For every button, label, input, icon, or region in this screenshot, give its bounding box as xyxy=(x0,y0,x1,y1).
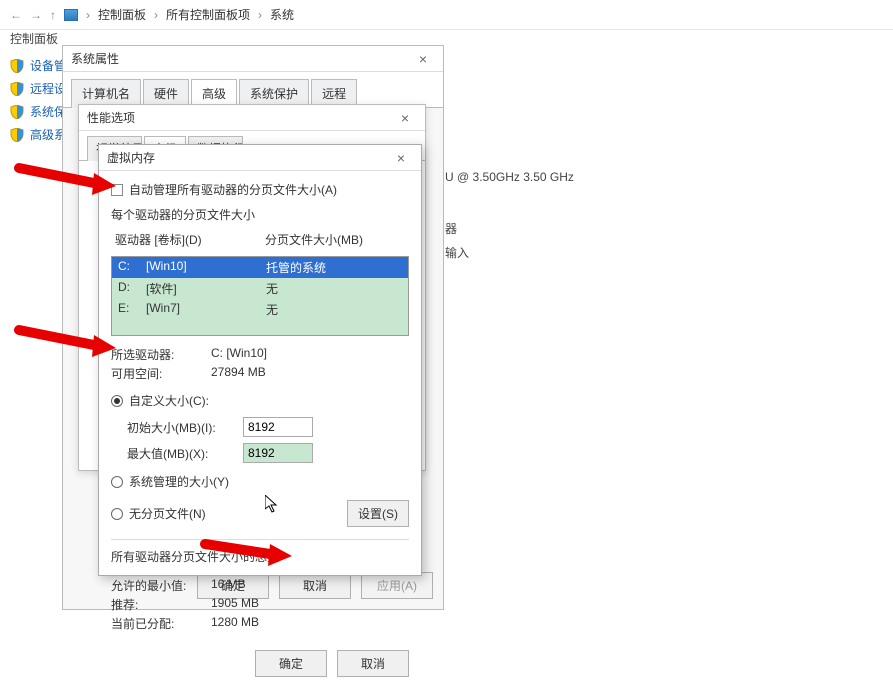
drive-row-e[interactable]: E: [Win7] 无 xyxy=(112,299,408,320)
recommended-label: 推荐: xyxy=(111,596,211,613)
currently-allocated-label: 当前已分配: xyxy=(111,615,211,632)
selected-drive-label: 所选驱动器: xyxy=(111,346,211,363)
close-icon[interactable]: × xyxy=(389,150,413,166)
shield-icon xyxy=(10,128,24,142)
drive-status: 无 xyxy=(266,301,278,318)
drive-label: [Win7] xyxy=(146,301,266,318)
dialog-buttons: 确定 取消 xyxy=(99,642,421,685)
dialog-titlebar: 虚拟内存 × xyxy=(99,145,421,171)
ok-button[interactable]: 确定 xyxy=(255,650,327,677)
drive-letter: C: xyxy=(118,259,146,276)
back-icon[interactable]: ← xyxy=(10,8,22,22)
available-space-label: 可用空间: xyxy=(111,365,211,382)
min-allowed-label: 允许的最小值: xyxy=(111,577,211,594)
min-allowed-value: 16 MB xyxy=(211,577,409,594)
radio-label: 自定义大小(C): xyxy=(129,392,209,409)
breadcrumb: ← → ↑ › 控制面板 › 所有控制面板项 › 系统 xyxy=(0,0,893,30)
dialog-title: 性能选项 xyxy=(87,109,135,126)
auto-manage-checkbox[interactable] xyxy=(111,184,123,196)
dialog-titlebar: 系统属性 × xyxy=(63,46,443,72)
virtual-memory-dialog: 虚拟内存 × 自动管理所有驱动器的分页文件大小(A) 每个驱动器的分页文件大小 … xyxy=(98,144,422,576)
close-icon[interactable]: × xyxy=(393,110,417,126)
drive-status: 无 xyxy=(266,280,278,297)
drive-row-d[interactable]: D: [软件] 无 xyxy=(112,278,408,299)
shield-icon xyxy=(10,82,24,96)
radio-icon xyxy=(111,476,123,488)
drive-letter: D: xyxy=(118,280,146,297)
drive-list-header: 驱动器 [卷标](D) 分页文件大小(MB) xyxy=(115,231,409,248)
recommended-value: 1905 MB xyxy=(211,596,409,613)
available-space-value: 27894 MB xyxy=(211,365,409,382)
drive-row-c[interactable]: C: [Win10] 托管的系统 xyxy=(112,257,408,278)
radio-no-paging[interactable]: 无分页文件(N) xyxy=(111,505,206,522)
bg-line: 器 xyxy=(445,217,574,241)
selected-drive-info: 所选驱动器: C: [Win10] 可用空间: 27894 MB xyxy=(111,346,409,382)
selected-drive-value: C: [Win10] xyxy=(211,346,409,363)
computer-icon xyxy=(64,9,78,21)
totals-stats: 允许的最小值: 16 MB 推荐: 1905 MB 当前已分配: 1280 MB xyxy=(111,577,409,632)
chevron-right-icon: › xyxy=(86,8,90,22)
radio-icon xyxy=(111,395,123,407)
radio-custom-size[interactable]: 自定义大小(C): xyxy=(111,392,409,409)
auto-manage-label: 自动管理所有驱动器的分页文件大小(A) xyxy=(129,181,337,198)
cpu-text: U @ 3.50GHz 3.50 GHz xyxy=(445,165,574,189)
tabstrip: 计算机名 硬件 高级 系统保护 远程 xyxy=(63,72,443,108)
crumb-control-panel[interactable]: 控制面板 xyxy=(98,6,146,23)
initial-size-input[interactable] xyxy=(243,417,313,437)
bg-line: 输入 xyxy=(445,241,574,265)
drive-label: [软件] xyxy=(146,280,266,297)
drive-status: 托管的系统 xyxy=(266,259,326,276)
set-button[interactable]: 设置(S) xyxy=(347,500,409,527)
crumb-all-items[interactable]: 所有控制面板项 xyxy=(166,6,250,23)
crumb-system[interactable]: 系统 xyxy=(270,6,294,23)
auto-manage-checkbox-row: 自动管理所有驱动器的分页文件大小(A) xyxy=(111,181,409,198)
column-drive: 驱动器 [卷标](D) xyxy=(115,231,265,248)
dialog-title: 系统属性 xyxy=(71,50,119,67)
up-icon[interactable]: ↑ xyxy=(50,8,56,22)
background-info: U @ 3.50GHz 3.50 GHz 器 输入 xyxy=(445,165,574,265)
column-size: 分页文件大小(MB) xyxy=(265,231,363,248)
max-size-label: 最大值(MB)(X): xyxy=(127,445,237,462)
radio-label: 系统管理的大小(Y) xyxy=(129,473,229,490)
forward-icon[interactable]: → xyxy=(30,8,42,22)
drive-label: [Win10] xyxy=(146,259,266,276)
dialog-title: 虚拟内存 xyxy=(107,149,155,166)
shield-icon xyxy=(10,105,24,119)
drive-letter: E: xyxy=(118,301,146,318)
radio-icon xyxy=(111,508,123,520)
currently-allocated-value: 1280 MB xyxy=(211,615,409,632)
totals-title: 所有驱动器分页文件大小的总数 xyxy=(111,548,409,565)
dialog-titlebar: 性能选项 × xyxy=(79,105,425,131)
close-icon[interactable]: × xyxy=(411,51,435,67)
radio-system-managed[interactable]: 系统管理的大小(Y) xyxy=(111,473,409,490)
radio-label: 无分页文件(N) xyxy=(129,505,206,522)
drive-list[interactable]: C: [Win10] 托管的系统 D: [软件] 无 E: [Win7] 无 xyxy=(111,256,409,336)
chevron-right-icon: › xyxy=(258,8,262,22)
drive-list-title: 每个驱动器的分页文件大小 xyxy=(111,206,409,223)
max-size-input[interactable] xyxy=(243,443,313,463)
cancel-button[interactable]: 取消 xyxy=(337,650,409,677)
initial-size-label: 初始大小(MB)(I): xyxy=(127,419,237,436)
shield-icon xyxy=(10,59,24,73)
chevron-right-icon: › xyxy=(154,8,158,22)
